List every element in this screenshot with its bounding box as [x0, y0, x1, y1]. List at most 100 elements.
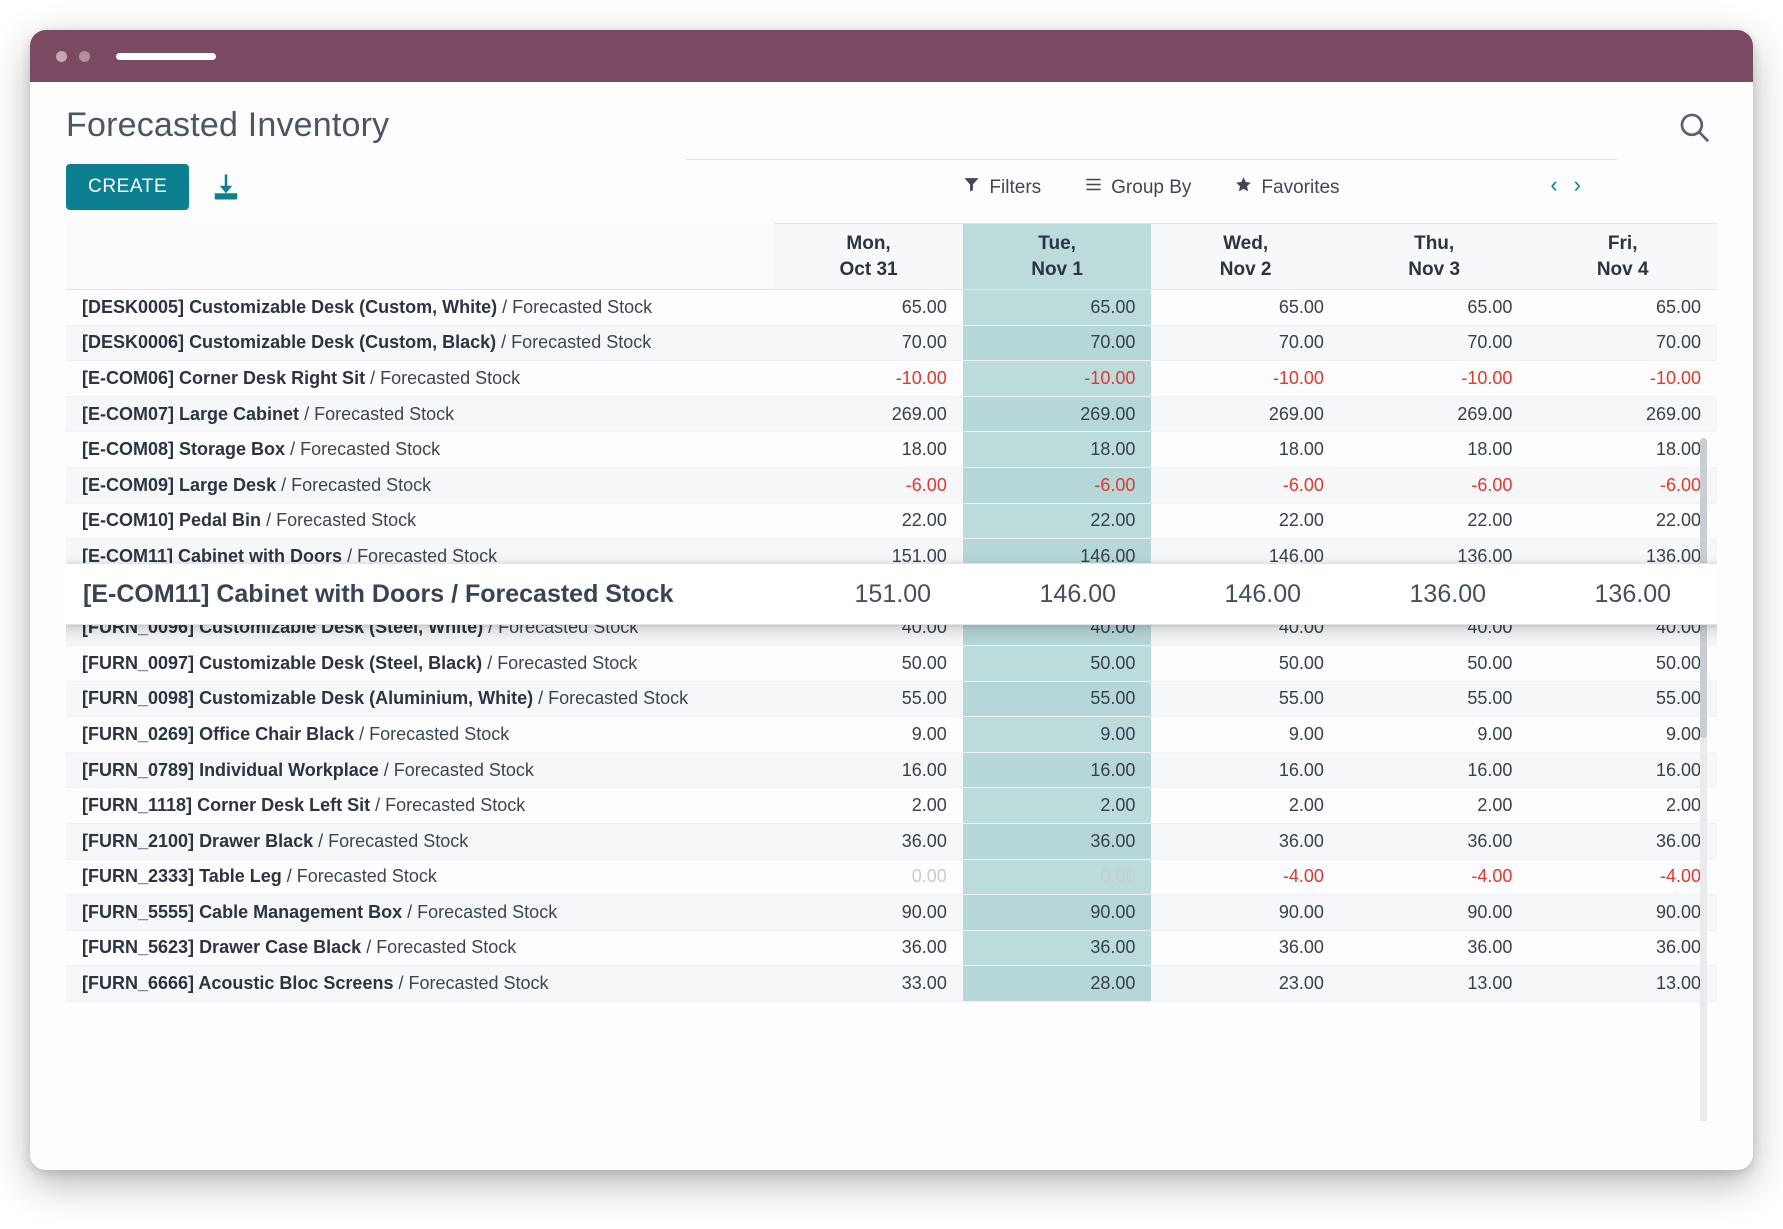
- row-label[interactable]: [FURN_0269] Office Chair Black / Forecas…: [66, 717, 774, 753]
- group-by-button[interactable]: Group By: [1085, 176, 1191, 199]
- table-row[interactable]: [FURN_5555] Cable Management Box / Forec…: [66, 895, 1717, 931]
- cell-value[interactable]: 28.00: [963, 966, 1152, 1002]
- cell-value[interactable]: -10.00: [1340, 361, 1529, 397]
- cell-value[interactable]: 50.00: [774, 645, 963, 681]
- row-label[interactable]: [DESK0006] Customizable Desk (Custom, Bl…: [66, 325, 774, 361]
- cell-value[interactable]: 70.00: [963, 325, 1152, 361]
- cell-value[interactable]: -6.00: [1528, 467, 1717, 503]
- cell-value[interactable]: 2.00: [774, 788, 963, 824]
- cell-value[interactable]: 55.00: [963, 681, 1152, 717]
- column-header-2[interactable]: Wed,Nov 2: [1151, 224, 1340, 290]
- table-row[interactable]: [FURN_2100] Drawer Black / Forecasted St…: [66, 823, 1717, 859]
- cell-value[interactable]: -6.00: [1340, 467, 1529, 503]
- cell-value[interactable]: 36.00: [774, 930, 963, 966]
- pager-next-button[interactable]: ›: [1574, 174, 1581, 196]
- cell-value[interactable]: 16.00: [1151, 752, 1340, 788]
- cell-value[interactable]: 70.00: [1340, 325, 1529, 361]
- cell-value[interactable]: 16.00: [963, 752, 1152, 788]
- cell-value[interactable]: 36.00: [1151, 823, 1340, 859]
- cell-value[interactable]: 90.00: [1340, 895, 1529, 931]
- cell-value[interactable]: -4.00: [1528, 859, 1717, 895]
- cell-value[interactable]: 18.00: [963, 432, 1152, 468]
- cell-value[interactable]: 9.00: [1528, 717, 1717, 753]
- cell-value[interactable]: 22.00: [1151, 503, 1340, 539]
- cell-value[interactable]: 269.00: [1340, 396, 1529, 432]
- row-label[interactable]: [FURN_0098] Customizable Desk (Aluminium…: [66, 681, 774, 717]
- cell-value[interactable]: 22.00: [1528, 503, 1717, 539]
- focused-cell-value[interactable]: 146.00: [1132, 580, 1317, 609]
- cell-value[interactable]: -4.00: [1151, 859, 1340, 895]
- row-label[interactable]: [E-COM07] Large Cabinet / Forecasted Sto…: [66, 396, 774, 432]
- cell-value[interactable]: 55.00: [1528, 681, 1717, 717]
- create-button[interactable]: CREATE: [66, 164, 189, 210]
- cell-value[interactable]: 90.00: [1528, 895, 1717, 931]
- row-label[interactable]: [FURN_0789] Individual Workplace / Forec…: [66, 752, 774, 788]
- cell-value[interactable]: 18.00: [1151, 432, 1340, 468]
- cell-value[interactable]: 18.00: [774, 432, 963, 468]
- table-row[interactable]: [FURN_5623] Drawer Case Black / Forecast…: [66, 930, 1717, 966]
- row-label[interactable]: [E-COM06] Corner Desk Right Sit / Foreca…: [66, 361, 774, 397]
- cell-value[interactable]: 50.00: [963, 645, 1152, 681]
- table-row[interactable]: [E-COM09] Large Desk / Forecasted Stock-…: [66, 467, 1717, 503]
- table-row[interactable]: [FURN_0789] Individual Workplace / Forec…: [66, 752, 1717, 788]
- cell-value[interactable]: 50.00: [1340, 645, 1529, 681]
- row-label[interactable]: [FURN_0097] Customizable Desk (Steel, Bl…: [66, 645, 774, 681]
- cell-value[interactable]: 18.00: [1340, 432, 1529, 468]
- cell-value[interactable]: -4.00: [1340, 859, 1529, 895]
- cell-value[interactable]: -10.00: [1151, 361, 1340, 397]
- row-label[interactable]: [FURN_5623] Drawer Case Black / Forecast…: [66, 930, 774, 966]
- cell-value[interactable]: 55.00: [1151, 681, 1340, 717]
- table-row[interactable]: [FURN_1118] Corner Desk Left Sit / Forec…: [66, 788, 1717, 824]
- cell-value[interactable]: 9.00: [1340, 717, 1529, 753]
- favorites-button[interactable]: Favorites: [1235, 176, 1339, 199]
- cell-value[interactable]: 36.00: [1528, 823, 1717, 859]
- cell-value[interactable]: -6.00: [774, 467, 963, 503]
- cell-value[interactable]: 269.00: [1151, 396, 1340, 432]
- cell-value[interactable]: -10.00: [774, 361, 963, 397]
- cell-value[interactable]: 70.00: [1528, 325, 1717, 361]
- cell-value[interactable]: 269.00: [1528, 396, 1717, 432]
- focused-cell-value[interactable]: 136.00: [1317, 580, 1502, 609]
- cell-value[interactable]: 9.00: [963, 717, 1152, 753]
- pager-prev-button[interactable]: ‹: [1550, 174, 1557, 196]
- cell-value[interactable]: 65.00: [774, 290, 963, 326]
- cell-value[interactable]: 9.00: [1151, 717, 1340, 753]
- cell-value[interactable]: 65.00: [1151, 290, 1340, 326]
- column-header-4[interactable]: Fri,Nov 4: [1528, 224, 1717, 290]
- cell-value[interactable]: 36.00: [963, 823, 1152, 859]
- cell-value[interactable]: 65.00: [1340, 290, 1529, 326]
- cell-value[interactable]: 16.00: [1340, 752, 1529, 788]
- cell-value[interactable]: 269.00: [963, 396, 1152, 432]
- search-icon[interactable]: [1677, 110, 1711, 144]
- download-icon[interactable]: [211, 172, 241, 202]
- cell-value[interactable]: 90.00: [1151, 895, 1340, 931]
- cell-value[interactable]: -6.00: [963, 467, 1152, 503]
- table-row[interactable]: [FURN_2333] Table Leg / Forecasted Stock…: [66, 859, 1717, 895]
- cell-value[interactable]: 55.00: [1340, 681, 1529, 717]
- cell-value[interactable]: 0.00: [774, 859, 963, 895]
- cell-value[interactable]: -10.00: [963, 361, 1152, 397]
- cell-value[interactable]: 0.00: [963, 859, 1152, 895]
- cell-value[interactable]: 2.00: [1151, 788, 1340, 824]
- cell-value[interactable]: 18.00: [1528, 432, 1717, 468]
- cell-value[interactable]: 90.00: [774, 895, 963, 931]
- row-label[interactable]: [FURN_6666] Acoustic Bloc Screens / Fore…: [66, 966, 774, 1002]
- cell-value[interactable]: 36.00: [963, 930, 1152, 966]
- cell-value[interactable]: 65.00: [963, 290, 1152, 326]
- cell-value[interactable]: 36.00: [1340, 930, 1529, 966]
- cell-value[interactable]: 22.00: [774, 503, 963, 539]
- cell-value[interactable]: 36.00: [1151, 930, 1340, 966]
- table-row[interactable]: [FURN_0097] Customizable Desk (Steel, Bl…: [66, 645, 1717, 681]
- cell-value[interactable]: 13.00: [1340, 966, 1529, 1002]
- table-row[interactable]: [DESK0005] Customizable Desk (Custom, Wh…: [66, 290, 1717, 326]
- row-label[interactable]: [E-COM09] Large Desk / Forecasted Stock: [66, 467, 774, 503]
- cell-value[interactable]: 36.00: [1528, 930, 1717, 966]
- cell-value[interactable]: 269.00: [774, 396, 963, 432]
- column-header-1[interactable]: Tue,Nov 1: [963, 224, 1152, 290]
- cell-value[interactable]: 55.00: [774, 681, 963, 717]
- cell-value[interactable]: 23.00: [1151, 966, 1340, 1002]
- row-label[interactable]: [DESK0005] Customizable Desk (Custom, Wh…: [66, 290, 774, 326]
- table-row[interactable]: [E-COM07] Large Cabinet / Forecasted Sto…: [66, 396, 1717, 432]
- table-row[interactable]: [DESK0006] Customizable Desk (Custom, Bl…: [66, 325, 1717, 361]
- cell-value[interactable]: 22.00: [1340, 503, 1529, 539]
